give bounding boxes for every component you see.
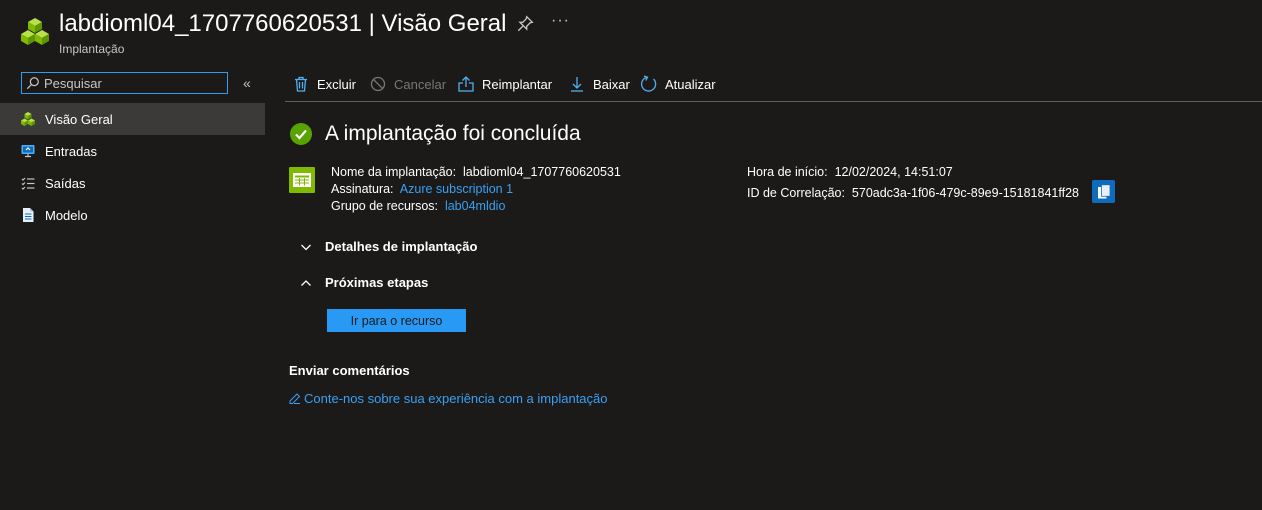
start-time-value: 12/02/2024, 14:51:07: [834, 165, 953, 179]
deployment-name-row: Nome da implantação: labdioml04_17077606…: [331, 165, 621, 179]
resource-group-cubes-icon: [21, 18, 49, 45]
subscription-link[interactable]: Azure subscription 1: [400, 182, 513, 196]
feedback-title: Enviar comentários: [289, 363, 410, 378]
pin-icon[interactable]: [516, 15, 534, 33]
inputs-icon: [20, 143, 36, 159]
correlation-id-value: 570adc3a-1f06-479c-89e9-15181841ff28: [851, 186, 1079, 200]
sidebar-item-overview[interactable]: Visão Geral: [0, 103, 265, 135]
sidebar-item-template[interactable]: Modelo: [0, 199, 265, 231]
download-button[interactable]: Baixar: [568, 72, 630, 96]
chevron-up-icon: [301, 279, 311, 286]
next-steps-toggle[interactable]: Próximas etapas: [298, 275, 428, 290]
deployment-status: A implantação foi concluída: [290, 122, 581, 146]
resource-group-row: Grupo de recursos: lab04mldio: [331, 199, 506, 213]
chevron-down-icon: [301, 244, 311, 250]
sidebar-item-label: Saídas: [45, 175, 86, 191]
overview-icon: [20, 111, 36, 127]
sidebar-item-label: Modelo: [45, 207, 88, 223]
search-box[interactable]: [21, 72, 228, 94]
delete-button[interactable]: Excluir: [292, 72, 356, 96]
feedback-icon: [289, 392, 301, 404]
sidebar-item-label: Visão Geral: [45, 111, 113, 127]
success-check-icon: [290, 123, 312, 145]
collapse-sidebar-icon[interactable]: «: [243, 75, 251, 91]
refresh-icon: [640, 75, 658, 93]
page-title: labdioml04_1707760620531 | Visão Geral: [59, 10, 507, 37]
page-subtitle: Implantação: [59, 42, 125, 56]
cancel-icon: [369, 75, 387, 93]
trash-icon: [292, 75, 310, 93]
refresh-button[interactable]: Atualizar: [640, 72, 716, 96]
copy-icon: [1097, 183, 1110, 198]
go-to-resource-button[interactable]: Ir para o recurso: [327, 309, 466, 332]
upload-icon: [457, 75, 475, 93]
outputs-icon: [20, 175, 36, 191]
deployment-name-value: labdioml04_1707760620531: [463, 165, 621, 179]
template-icon: [20, 207, 36, 223]
search-icon: [26, 77, 39, 90]
cancel-button[interactable]: Cancelar: [369, 72, 446, 96]
status-title: A implantação foi concluída: [325, 122, 581, 145]
start-time-row: Hora de início: 12/02/2024, 14:51:07: [747, 165, 953, 179]
sidebar-nav: Visão Geral Entradas Saídas Modelo: [0, 103, 265, 231]
deployment-resource-icon: [289, 167, 315, 193]
command-bar: Excluir Cancelar Reimplantar Baixar Atua…: [285, 72, 1262, 102]
deployment-details-toggle[interactable]: Detalhes de implantação: [298, 239, 477, 254]
more-options-icon[interactable]: ···: [551, 12, 570, 30]
sidebar-item-outputs[interactable]: Saídas: [0, 167, 265, 199]
download-icon: [568, 75, 586, 93]
sidebar-item-label: Entradas: [45, 143, 98, 159]
resource-group-link[interactable]: lab04mldio: [445, 199, 505, 213]
correlation-id-row: ID de Correlação: 570adc3a-1f06-479c-89e…: [747, 186, 1079, 200]
search-input[interactable]: [44, 75, 227, 91]
copy-to-clipboard-button[interactable]: [1092, 180, 1115, 203]
sidebar-item-inputs[interactable]: Entradas: [0, 135, 265, 167]
redeploy-button[interactable]: Reimplantar: [457, 72, 552, 96]
feedback-link[interactable]: Conte-nos sobre sua experiência com a im…: [289, 391, 608, 406]
subscription-row: Assinatura: Azure subscription 1: [331, 182, 514, 196]
